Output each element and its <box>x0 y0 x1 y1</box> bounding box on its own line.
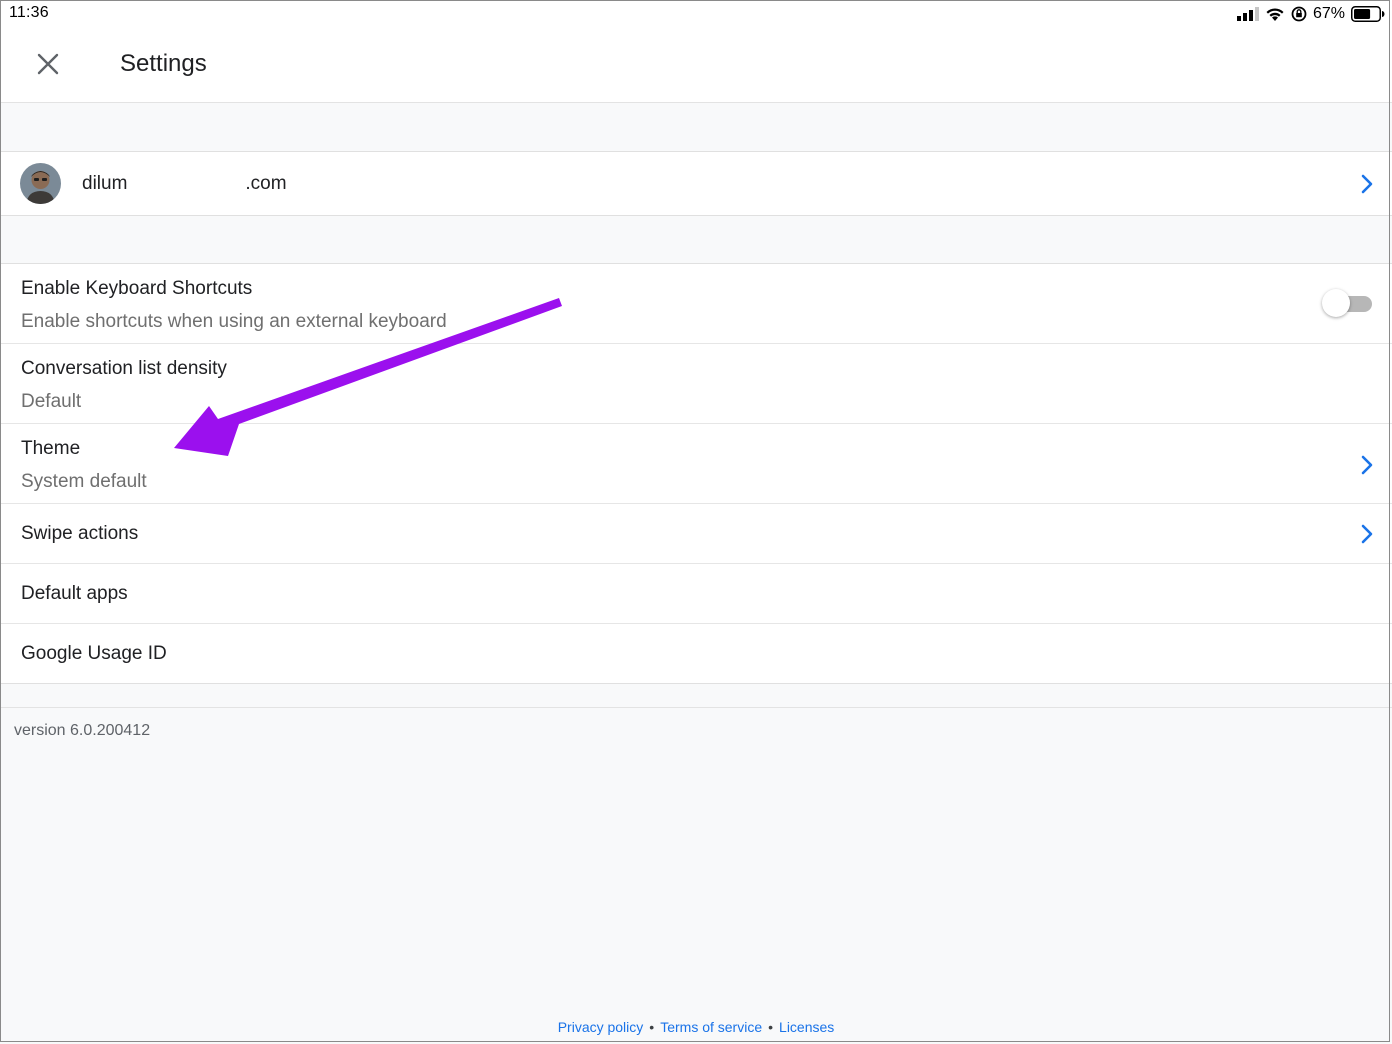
status-icons: 67% <box>1236 4 1385 24</box>
settings-list: Enable Keyboard Shortcuts Enable shortcu… <box>0 263 1392 684</box>
density-row[interactable]: Conversation list density Default <box>0 344 1392 424</box>
keyboard-shortcuts-row[interactable]: Enable Keyboard Shortcuts Enable shortcu… <box>0 264 1392 344</box>
account-email: dilum .com <box>82 173 287 195</box>
chevron-right-icon <box>1361 524 1373 544</box>
privacy-policy-link[interactable]: Privacy policy <box>558 1019 644 1035</box>
status-bar: 11:36 67% <box>0 0 1392 28</box>
default-apps-title: Default apps <box>21 583 128 604</box>
page-title: Settings <box>120 50 207 77</box>
density-title: Conversation list density <box>21 358 227 379</box>
theme-row[interactable]: Theme System default <box>0 424 1392 504</box>
account-email-prefix: dilum <box>82 173 128 194</box>
usage-id-row[interactable]: Google Usage ID <box>0 624 1392 683</box>
separator-dot: • <box>649 1019 655 1035</box>
usage-id-title: Google Usage ID <box>21 643 167 664</box>
close-icon <box>37 53 59 75</box>
keyboard-shortcuts-toggle[interactable] <box>1322 289 1372 317</box>
toggle-knob <box>1322 289 1350 317</box>
orientation-lock-icon <box>1291 6 1307 22</box>
default-apps-row[interactable]: Default apps <box>0 564 1392 624</box>
account-email-suffix: .com <box>245 173 287 194</box>
close-button[interactable] <box>28 44 68 84</box>
cellular-signal-icon <box>1236 7 1259 21</box>
swipe-actions-row[interactable]: Swipe actions <box>0 504 1392 564</box>
separator-dot: • <box>768 1019 774 1035</box>
theme-subtitle: System default <box>21 471 147 492</box>
licenses-link[interactable]: Licenses <box>779 1019 834 1035</box>
keyboard-shortcuts-title: Enable Keyboard Shortcuts <box>21 278 253 299</box>
theme-title: Theme <box>21 438 81 459</box>
footer-links: Privacy policy • Terms of service • Licenses <box>0 1019 1392 1035</box>
version-text: version 6.0.200412 <box>14 722 151 739</box>
status-time: 11:36 <box>9 4 49 21</box>
account-row[interactable]: dilum .com <box>0 152 1392 215</box>
account-section: dilum .com <box>0 151 1392 216</box>
chevron-right-icon <box>1361 174 1373 194</box>
battery-icon <box>1351 6 1385 22</box>
terms-of-service-link[interactable]: Terms of service <box>660 1019 762 1035</box>
divider <box>0 707 1392 708</box>
battery-percent: 67% <box>1312 5 1345 22</box>
swipe-actions-title: Swipe actions <box>21 523 139 544</box>
keyboard-shortcuts-subtitle: Enable shortcuts when using an external … <box>21 311 447 332</box>
density-subtitle: Default <box>21 391 82 412</box>
avatar <box>20 163 61 204</box>
chevron-right-icon <box>1361 455 1373 475</box>
app-header: Settings <box>0 28 1392 103</box>
wifi-icon <box>1266 7 1284 21</box>
